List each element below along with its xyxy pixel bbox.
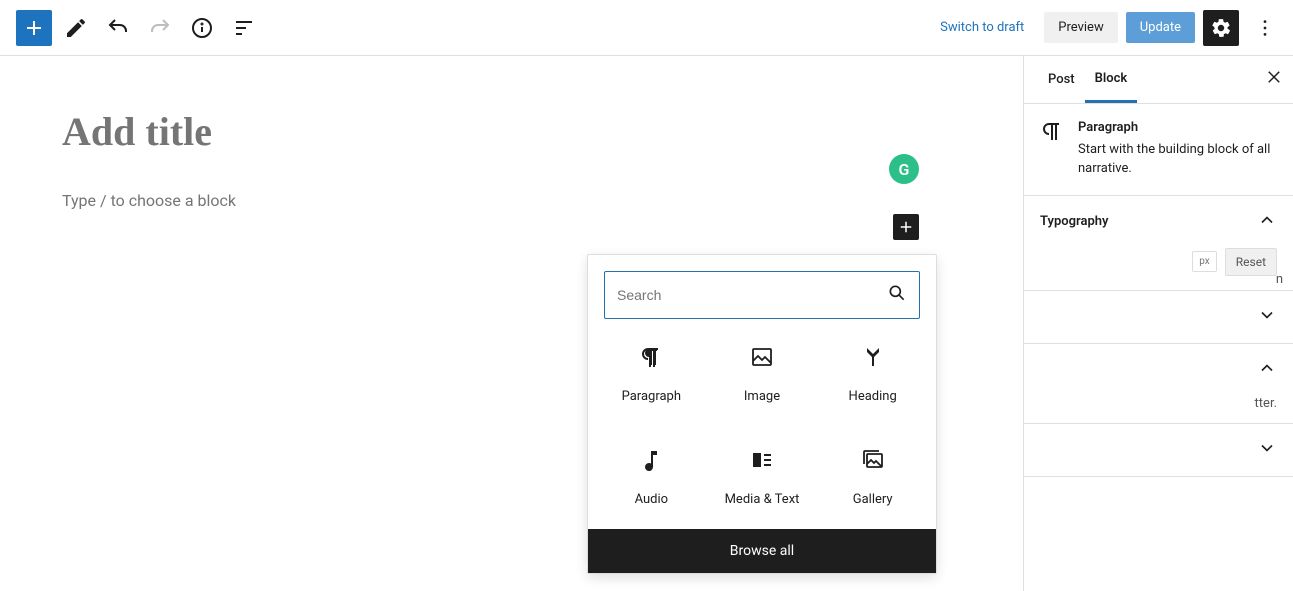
block-item-label: Paragraph xyxy=(622,389,681,404)
panel-collapsed-3 xyxy=(1024,424,1293,477)
inserter-search-wrap xyxy=(588,255,936,335)
panel-header-typography[interactable]: Typography xyxy=(1024,196,1293,248)
block-inserter-popup: Paragraph Image Heading xyxy=(587,254,937,574)
tab-post[interactable]: Post xyxy=(1038,56,1085,103)
browse-all-button[interactable]: Browse all xyxy=(588,529,936,573)
inline-inserter-button[interactable] xyxy=(893,214,919,240)
block-item-gallery[interactable]: Gallery xyxy=(817,438,928,517)
chevron-up-icon xyxy=(1257,210,1277,234)
font-size-unit[interactable]: px xyxy=(1192,251,1217,272)
toolbar-right: Switch to draft Preview Update xyxy=(928,10,1283,46)
more-options-button[interactable] xyxy=(1247,10,1283,46)
preview-button[interactable]: Preview xyxy=(1044,12,1117,43)
panel-expanded-2: tter. xyxy=(1024,344,1293,424)
typography-controls: px Reset xyxy=(1024,248,1293,290)
panel-header[interactable] xyxy=(1024,291,1293,343)
chevron-up-icon xyxy=(1257,358,1277,382)
block-item-label: Heading xyxy=(849,389,897,404)
update-button[interactable]: Update xyxy=(1126,12,1195,43)
outline-icon[interactable] xyxy=(226,10,262,46)
block-description: Paragraph Start with the building block … xyxy=(1024,104,1293,196)
undo-button[interactable] xyxy=(100,10,136,46)
redo-button[interactable] xyxy=(142,10,178,46)
inserter-search-input[interactable] xyxy=(617,287,887,303)
panel-header[interactable] xyxy=(1024,424,1293,476)
sidebar-tabs: Post Block xyxy=(1024,56,1293,104)
reset-button[interactable]: Reset xyxy=(1225,248,1277,276)
block-item-media-text[interactable]: Media & Text xyxy=(707,438,818,517)
block-item-paragraph[interactable]: Paragraph xyxy=(596,335,707,414)
top-toolbar: Switch to draft Preview Update xyxy=(0,0,1293,56)
inserter-grid: Paragraph Image Heading xyxy=(588,335,936,529)
edit-mode-icon[interactable] xyxy=(58,10,94,46)
details-icon[interactable] xyxy=(184,10,220,46)
paragraph-icon xyxy=(639,345,663,373)
chevron-down-icon xyxy=(1257,305,1277,329)
media-text-icon xyxy=(750,448,774,476)
block-desc-text: Start with the building block of all nar… xyxy=(1078,141,1277,179)
panel-header[interactable] xyxy=(1024,344,1293,396)
toolbar-left xyxy=(10,10,262,46)
block-item-heading[interactable]: Heading xyxy=(817,335,928,414)
chevron-down-icon xyxy=(1257,438,1277,462)
panel-collapsed-1 xyxy=(1024,291,1293,344)
block-item-label: Media & Text xyxy=(725,492,800,507)
block-item-label: Gallery xyxy=(853,492,893,507)
block-item-image[interactable]: Image xyxy=(707,335,818,414)
block-title: Paragraph xyxy=(1078,120,1277,135)
editor-canvas: Type / to choose a block G P xyxy=(0,56,1023,591)
block-item-audio[interactable]: Audio xyxy=(596,438,707,517)
add-block-button[interactable] xyxy=(16,10,52,46)
close-sidebar-button[interactable] xyxy=(1265,68,1283,91)
gallery-icon xyxy=(861,448,885,476)
inserter-search[interactable] xyxy=(604,271,920,319)
grammarly-icon[interactable]: G xyxy=(889,154,919,184)
audio-icon xyxy=(639,448,663,476)
switch-to-draft-link[interactable]: Switch to draft xyxy=(928,12,1036,43)
panel-hint: tter. xyxy=(1024,396,1293,423)
settings-sidebar: Post Block Paragraph Start with the buil… xyxy=(1023,56,1293,591)
body: Type / to choose a block G P xyxy=(0,56,1293,591)
panel-title: Typography xyxy=(1040,214,1109,229)
block-item-label: Audio xyxy=(635,492,668,507)
paragraph-icon xyxy=(1040,120,1064,179)
heading-icon xyxy=(861,345,885,373)
image-icon xyxy=(750,345,774,373)
block-item-label: Image xyxy=(744,389,780,404)
panel-typography: Typography px Reset xyxy=(1024,196,1293,291)
tab-block[interactable]: Block xyxy=(1085,56,1138,103)
cutoff-text: n xyxy=(1276,272,1283,287)
search-icon xyxy=(887,283,907,307)
block-placeholder[interactable]: Type / to choose a block xyxy=(62,191,963,210)
post-title-input[interactable] xyxy=(62,108,963,155)
settings-button[interactable] xyxy=(1203,10,1239,46)
